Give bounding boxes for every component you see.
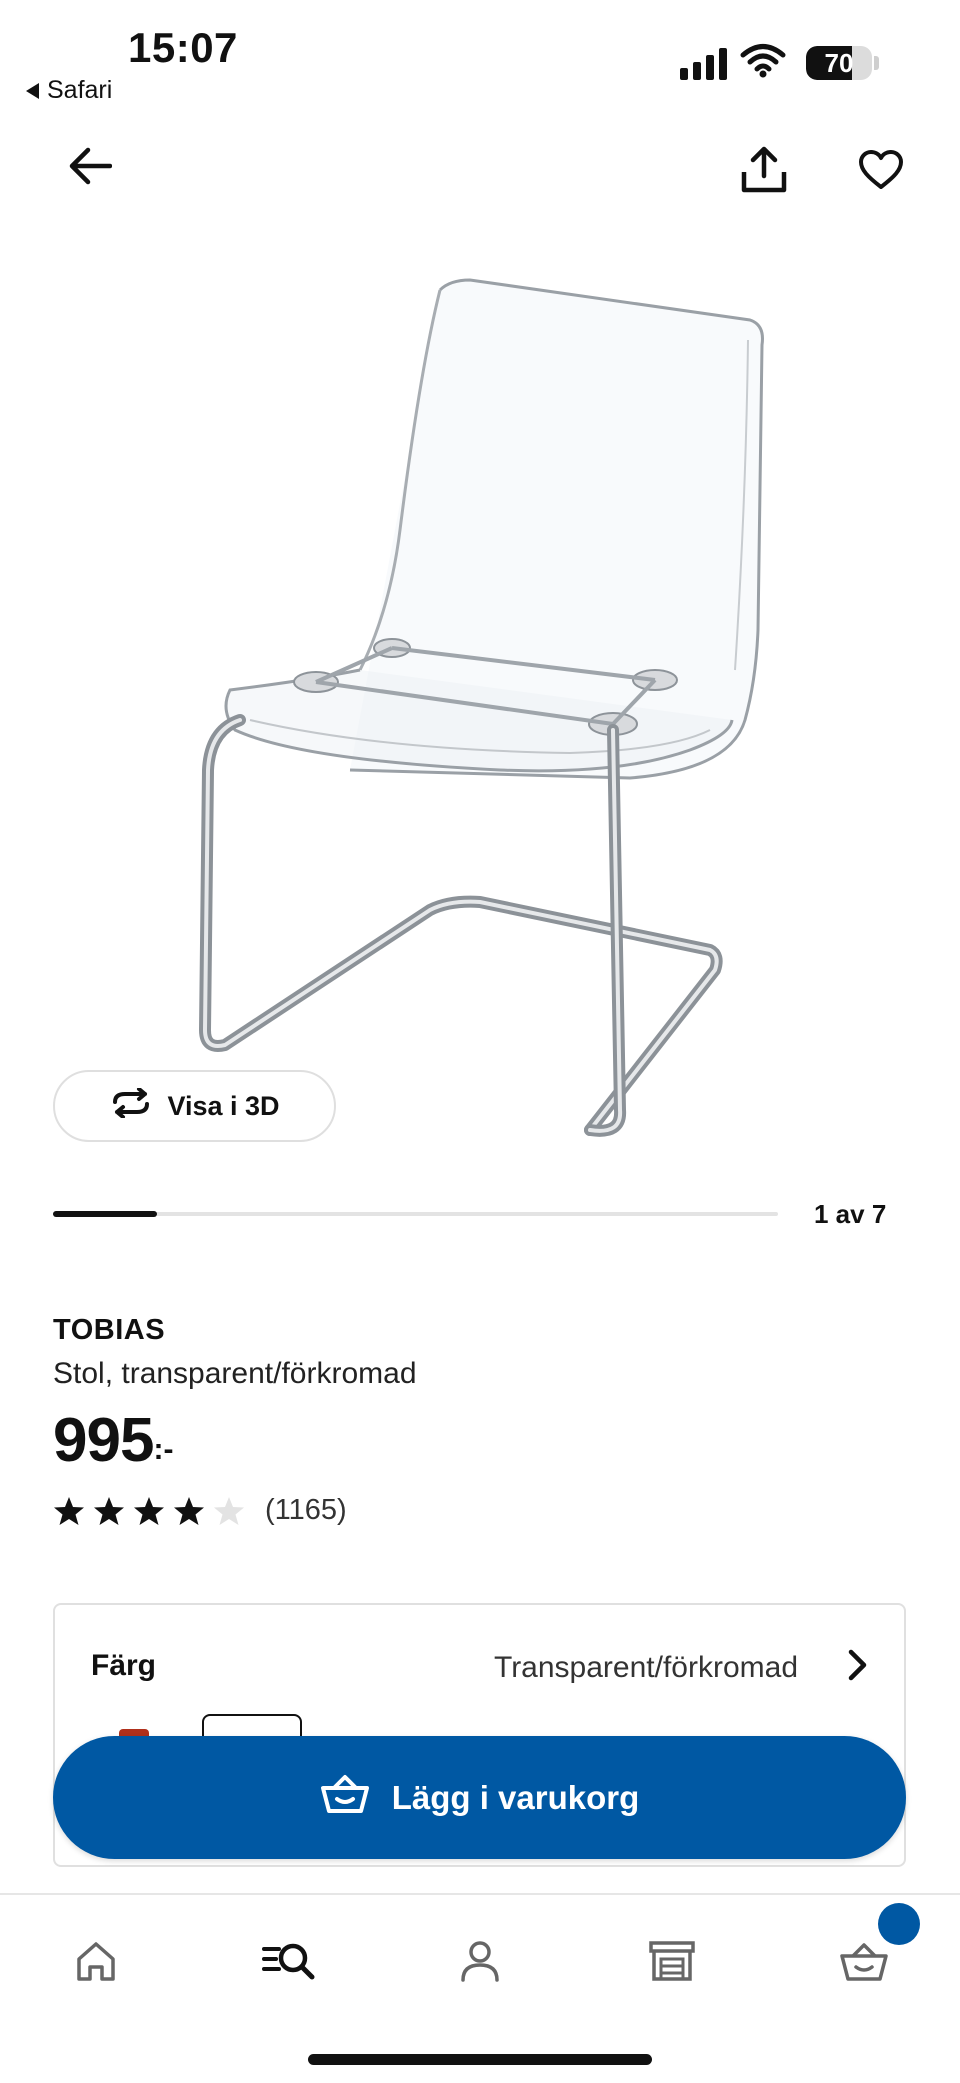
- gallery-progress-fill: [53, 1211, 157, 1217]
- add-to-cart-label: Lägg i varukorg: [391, 1778, 640, 1816]
- product-description: Stol, transparent/förkromad: [53, 1357, 417, 1390]
- product-name: TOBIAS: [53, 1314, 166, 1346]
- battery-percent: 70: [824, 48, 854, 78]
- product-image[interactable]: [150, 250, 790, 1150]
- star-filled-icon: [134, 1496, 164, 1525]
- rating-stars: [53, 1495, 245, 1527]
- variant-value: Transparent/förkromad: [493, 1651, 798, 1684]
- share-icon[interactable]: [736, 142, 792, 198]
- home-icon[interactable]: [66, 1931, 126, 1991]
- variant-label: Färg: [91, 1649, 157, 1682]
- back-arrow-icon[interactable]: [64, 140, 116, 192]
- price-suffix: :-: [153, 1433, 174, 1466]
- review-count: (1165): [265, 1494, 347, 1526]
- store-icon[interactable]: [642, 1931, 702, 1991]
- star-filled-icon: [54, 1496, 84, 1525]
- chevron-right-icon[interactable]: [846, 1647, 870, 1688]
- gallery-progress: [53, 1211, 778, 1217]
- status-time: 15:07: [128, 24, 238, 71]
- view-3d-button[interactable]: Visa i 3D: [53, 1070, 336, 1142]
- back-to-safari[interactable]: Safari: [26, 76, 112, 105]
- search-icon[interactable]: [258, 1931, 318, 1991]
- star-filled-icon: [94, 1496, 124, 1525]
- star-filled-icon: [174, 1496, 204, 1525]
- product-price: 995 :-: [53, 1405, 173, 1477]
- star-empty-icon: [214, 1496, 244, 1525]
- back-app-label: Safari: [47, 76, 113, 104]
- battery-tip: [874, 56, 879, 70]
- cart-badge: [878, 1903, 920, 1945]
- profile-icon[interactable]: [450, 1931, 510, 1991]
- rotate-3d-icon: [109, 1086, 153, 1125]
- back-triangle-icon: [26, 82, 39, 99]
- gallery-page-counter: 1 av 7: [814, 1199, 887, 1229]
- add-to-cart-button[interactable]: Lägg i varukorg: [53, 1736, 906, 1859]
- wifi-icon: [740, 42, 786, 83]
- signal-icon: [680, 46, 727, 80]
- basket-icon: [320, 1774, 370, 1822]
- heart-icon[interactable]: [853, 142, 909, 198]
- bottom-navigation: [0, 1893, 960, 2083]
- home-indicator: [308, 2054, 652, 2065]
- price-value: 995: [53, 1406, 154, 1475]
- battery-icon: 70: [806, 46, 872, 80]
- view-3d-label: Visa i 3D: [167, 1090, 280, 1121]
- product-rating[interactable]: (1165): [53, 1494, 347, 1527]
